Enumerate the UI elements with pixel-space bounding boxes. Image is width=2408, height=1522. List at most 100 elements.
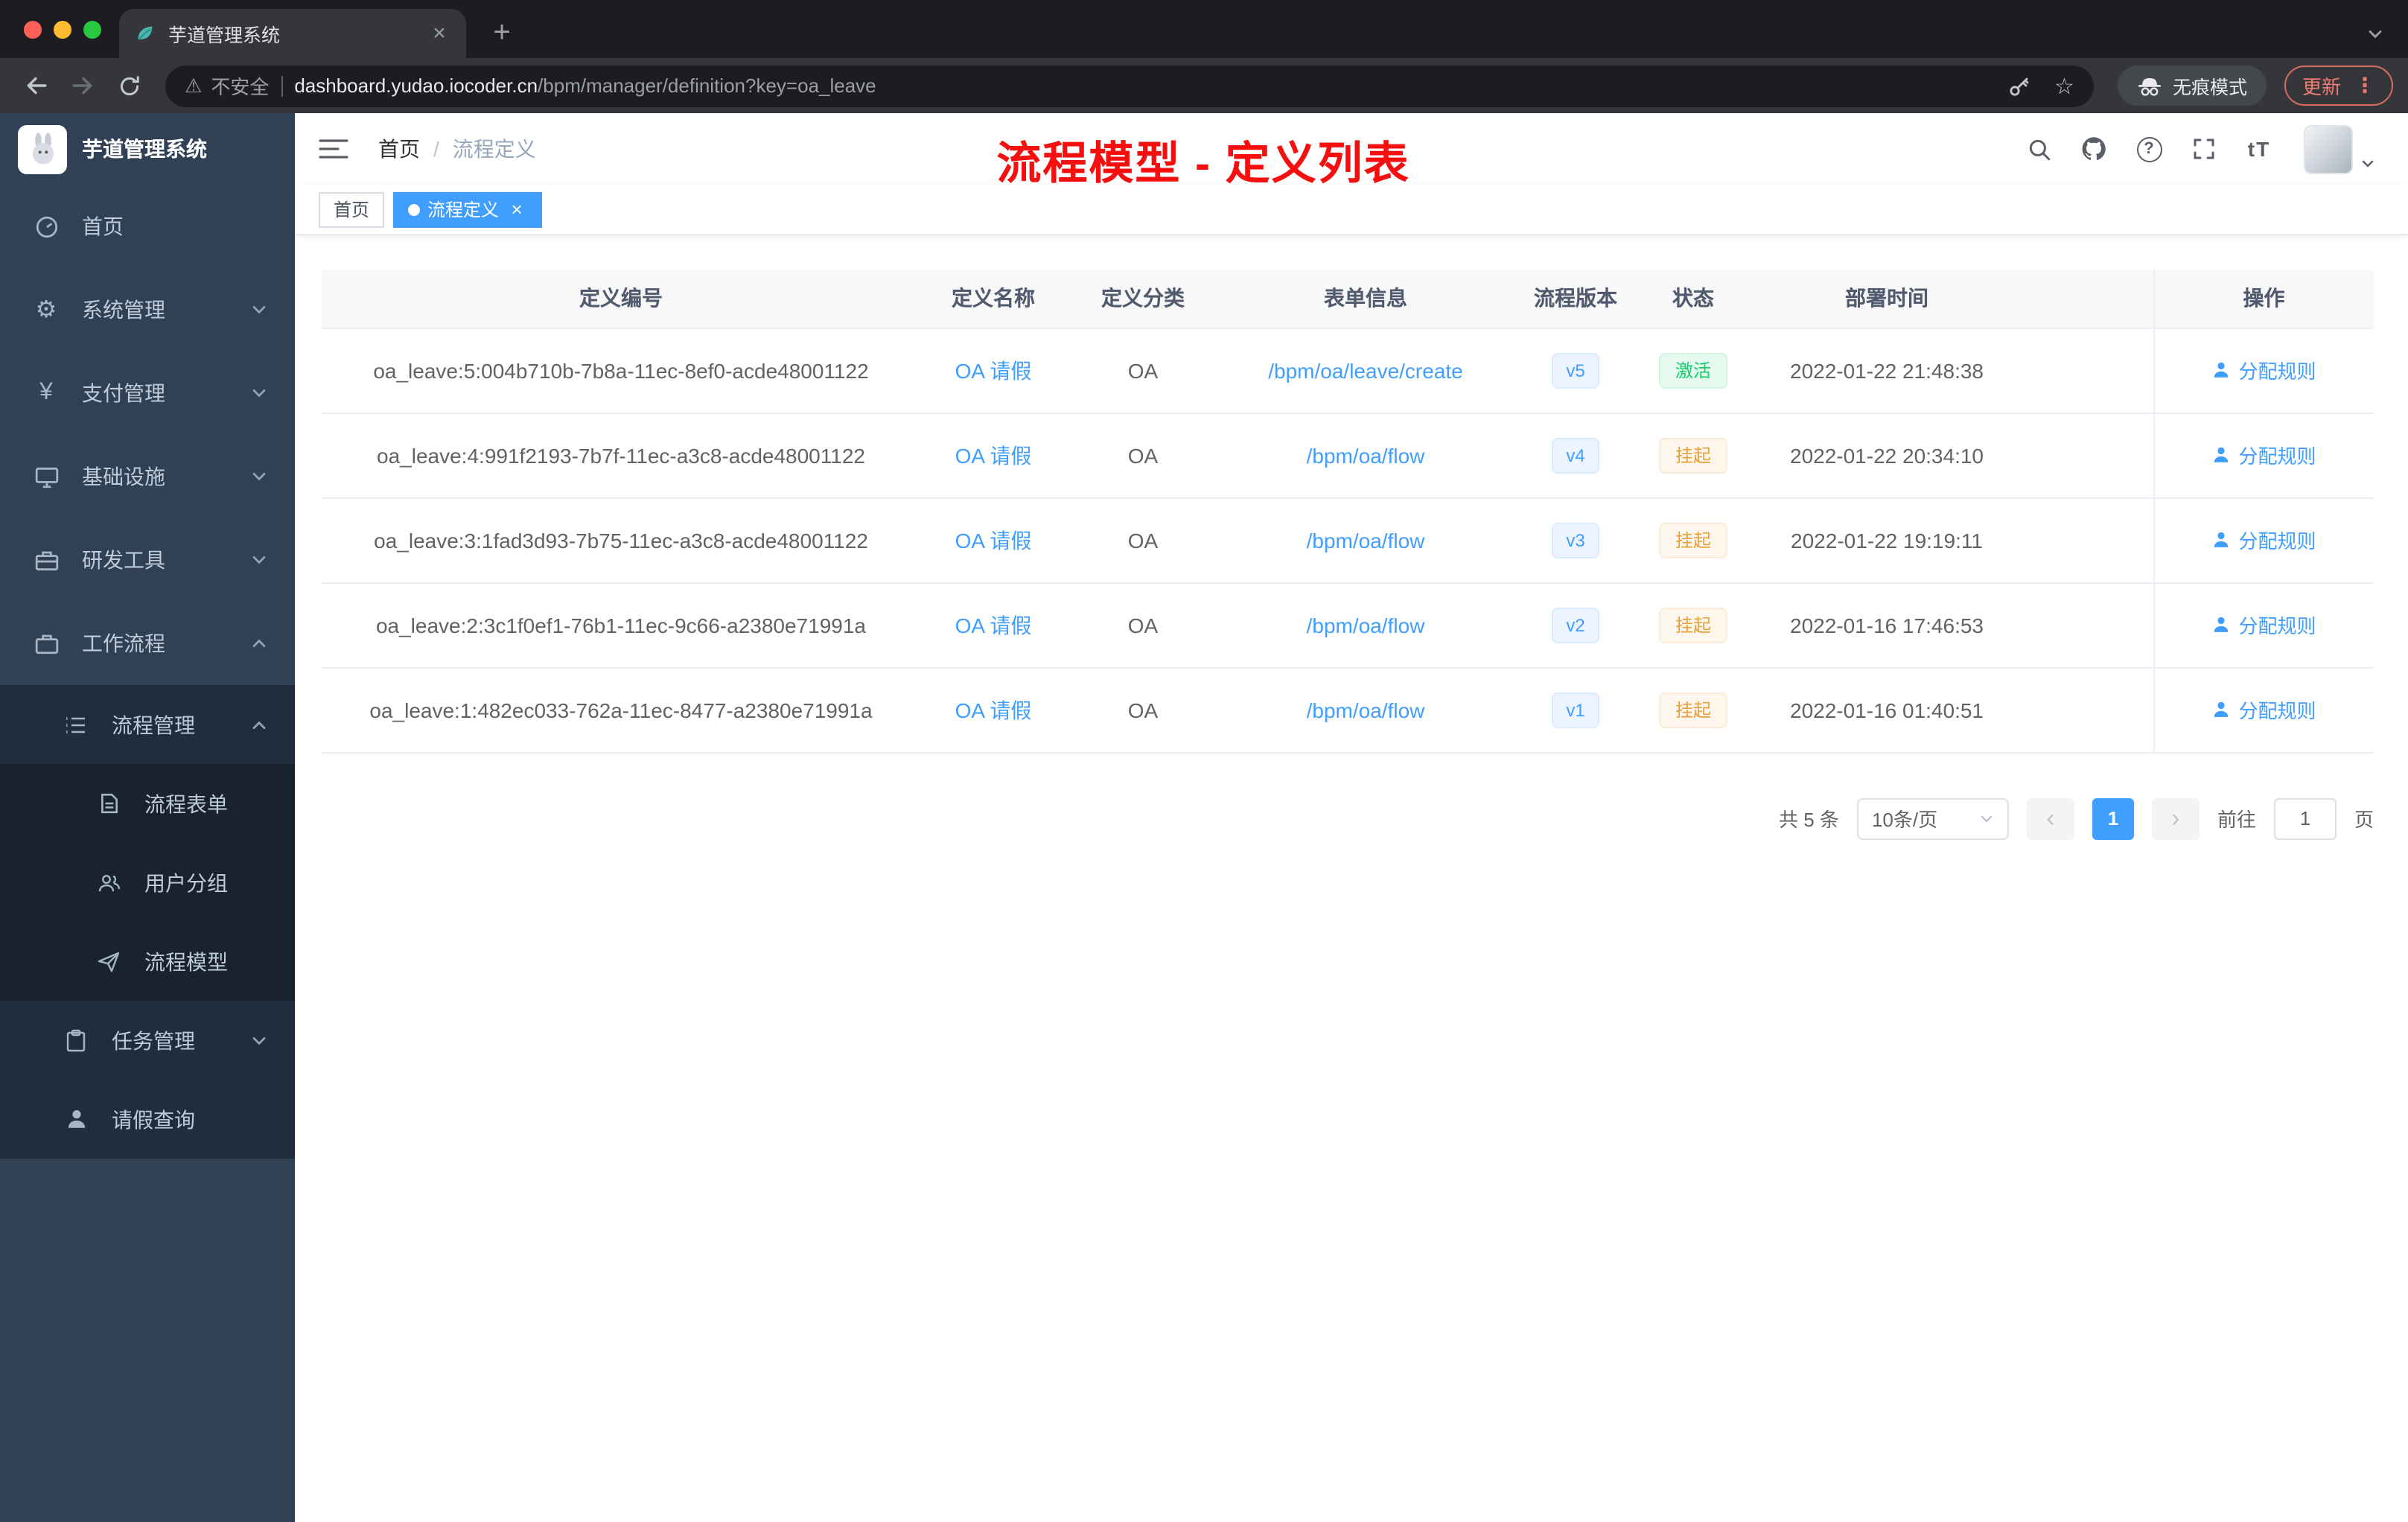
version-badge[interactable]: v3 (1551, 522, 1600, 558)
new-tab-button[interactable]: + (481, 12, 523, 54)
assign-rule-link[interactable]: 分配规则 (2211, 611, 2316, 639)
column-header: 表单信息 (1220, 270, 1512, 328)
security-warning[interactable]: ⚠ 不安全 (185, 71, 269, 100)
tag-home[interactable]: 首页 (319, 191, 385, 227)
table-row: oa_leave:3:1fad3d93-7b75-11ec-a3c8-acde4… (322, 497, 2374, 583)
tag-close-icon[interactable]: × (506, 198, 527, 220)
table-row: oa_leave:5:004b710b-7b8a-11ec-8ef0-acde4… (322, 328, 2374, 413)
definition-category: OA (1066, 582, 1220, 668)
sidebar-item-label: 流程表单 (144, 792, 228, 815)
active-dot (408, 203, 421, 215)
fullscreen-icon[interactable] (2182, 127, 2226, 171)
chevron-down-icon (250, 384, 268, 402)
app-title: 芋道管理系统 (82, 137, 207, 161)
status-badge: 挂起 (1658, 522, 1727, 558)
deploy-time: 2022-01-22 20:34:10 (1747, 413, 2027, 498)
github-icon[interactable] (2071, 127, 2116, 171)
search-icon[interactable] (2016, 127, 2061, 171)
sidebar-item-user-groups[interactable]: 用户分组 (0, 843, 295, 922)
form-link[interactable]: /bpm/oa/flow (1307, 443, 1425, 467)
assign-rule-link[interactable]: 分配规则 (2211, 356, 2316, 384)
sidebar-item-payment[interactable]: ¥ 支付管理 (0, 351, 295, 435)
column-header: 部署时间 (1747, 270, 2027, 328)
update-button[interactable]: 更新 ⋮ (2284, 66, 2393, 106)
sidebar-item-leave-query[interactable]: 请假查询 (0, 1080, 295, 1159)
menu-dots-icon[interactable]: ⋮ (2354, 73, 2375, 98)
sidebar-item-home[interactable]: 首页 (0, 185, 295, 268)
logo-image (18, 124, 67, 173)
browser-tab[interactable]: 芋道管理系统 × (119, 9, 466, 58)
tab-search-chevron-icon[interactable] (2366, 25, 2384, 43)
sidebar-item-task-management[interactable]: 任务管理 (0, 1001, 295, 1080)
definition-name-link[interactable]: OA 请假 (955, 528, 1032, 552)
assign-rule-link[interactable]: 分配规则 (2211, 695, 2316, 724)
url-text[interactable]: dashboard.yudao.iocoder.cn/bpm/manager/d… (294, 74, 1983, 97)
definition-category: OA (1066, 667, 1220, 753)
users-icon (92, 872, 125, 893)
version-badge[interactable]: v4 (1551, 437, 1600, 473)
deploy-time: 2022-01-22 21:48:38 (1747, 328, 2027, 413)
back-button[interactable] (15, 65, 58, 106)
form-link[interactable]: /bpm/oa/flow (1307, 528, 1425, 552)
forward-button[interactable] (61, 65, 104, 106)
sidebar-item-system[interactable]: ⚙ 系统管理 (0, 268, 295, 351)
sidebar-item-process-forms[interactable]: 流程表单 (0, 764, 295, 843)
prev-page-button[interactable]: ‹ (2026, 797, 2074, 839)
help-icon[interactable]: ? (2127, 127, 2171, 171)
minimize-window-button[interactable] (54, 21, 71, 39)
chevron-down-icon (250, 301, 268, 319)
address-bar[interactable]: ⚠ 不安全 dashboard.yudao.iocoder.cn/bpm/man… (165, 65, 2094, 106)
form-link[interactable]: /bpm/oa/flow (1307, 698, 1425, 722)
page-number-current[interactable]: 1 (2092, 797, 2134, 839)
zoom-window-button[interactable] (83, 21, 101, 39)
tag-current[interactable]: 流程定义 × (393, 191, 543, 227)
assign-rule-link[interactable]: 分配规则 (2211, 441, 2316, 469)
sidebar-item-infrastructure[interactable]: 基础设施 (0, 435, 295, 518)
chevron-up-icon (250, 634, 268, 652)
goto-page-input[interactable] (2273, 797, 2337, 839)
assign-rule-link[interactable]: 分配规则 (2211, 526, 2316, 554)
column-header: 定义编号 (322, 270, 920, 328)
form-link[interactable]: /bpm/oa/leave/create (1268, 358, 1463, 382)
font-size-icon[interactable]: tT (2237, 127, 2281, 171)
deploy-time: 2022-01-16 01:40:51 (1747, 667, 2027, 753)
sidebar-item-label: 用户分组 (144, 870, 228, 894)
definitions-table: 定义编号 定义名称 定义分类 表单信息 流程版本 状态 部署时间 操作 oa_l… (322, 270, 2374, 753)
deploy-time: 2022-01-16 17:46:53 (1747, 582, 2027, 668)
row-spacer (2027, 328, 2153, 413)
version-badge[interactable]: v1 (1551, 692, 1600, 727)
sidebar-item-process-management[interactable]: 流程管理 (0, 685, 295, 764)
version-badge[interactable]: v5 (1551, 352, 1600, 388)
status-badge: 激活 (1658, 352, 1727, 388)
next-page-button[interactable]: › (2151, 797, 2200, 839)
sidebar-item-workflow[interactable]: 工作流程 (0, 602, 295, 685)
definition-name-link[interactable]: OA 请假 (955, 358, 1032, 382)
breadcrumb-home[interactable]: 首页 (378, 134, 420, 164)
bookmark-star-icon[interactable]: ☆ (2054, 72, 2074, 99)
definition-name-link[interactable]: OA 请假 (955, 698, 1032, 722)
row-spacer (2027, 497, 2153, 583)
user-menu[interactable] (2304, 124, 2375, 173)
form-link[interactable]: /bpm/oa/flow (1307, 613, 1425, 637)
sidebar-toggle-icon[interactable] (319, 137, 354, 161)
incognito-icon (2137, 75, 2162, 96)
status-badge: 挂起 (1658, 437, 1727, 473)
sidebar-item-devtools[interactable]: 研发工具 (0, 518, 295, 602)
version-badge[interactable]: v2 (1551, 607, 1600, 643)
status-badge: 挂起 (1658, 607, 1727, 643)
page-size-select[interactable]: 10条/页 (1856, 797, 2009, 839)
sidebar-item-process-models[interactable]: 流程模型 (0, 922, 295, 1001)
tab-close-icon[interactable]: × (427, 21, 451, 46)
definition-name-link[interactable]: OA 请假 (955, 443, 1032, 467)
refresh-button[interactable] (107, 65, 150, 106)
column-header: 定义分类 (1066, 270, 1220, 328)
password-key-icon[interactable] (2007, 74, 2030, 98)
avatar[interactable] (2304, 124, 2353, 173)
close-window-button[interactable] (24, 21, 42, 39)
definition-name-link[interactable]: OA 请假 (955, 613, 1032, 637)
warning-icon: ⚠ (185, 74, 203, 96)
paper-plane-icon (92, 949, 125, 973)
definition-category: OA (1066, 328, 1220, 413)
column-spacer (2027, 270, 2153, 328)
tag-label: 首页 (334, 200, 370, 220)
